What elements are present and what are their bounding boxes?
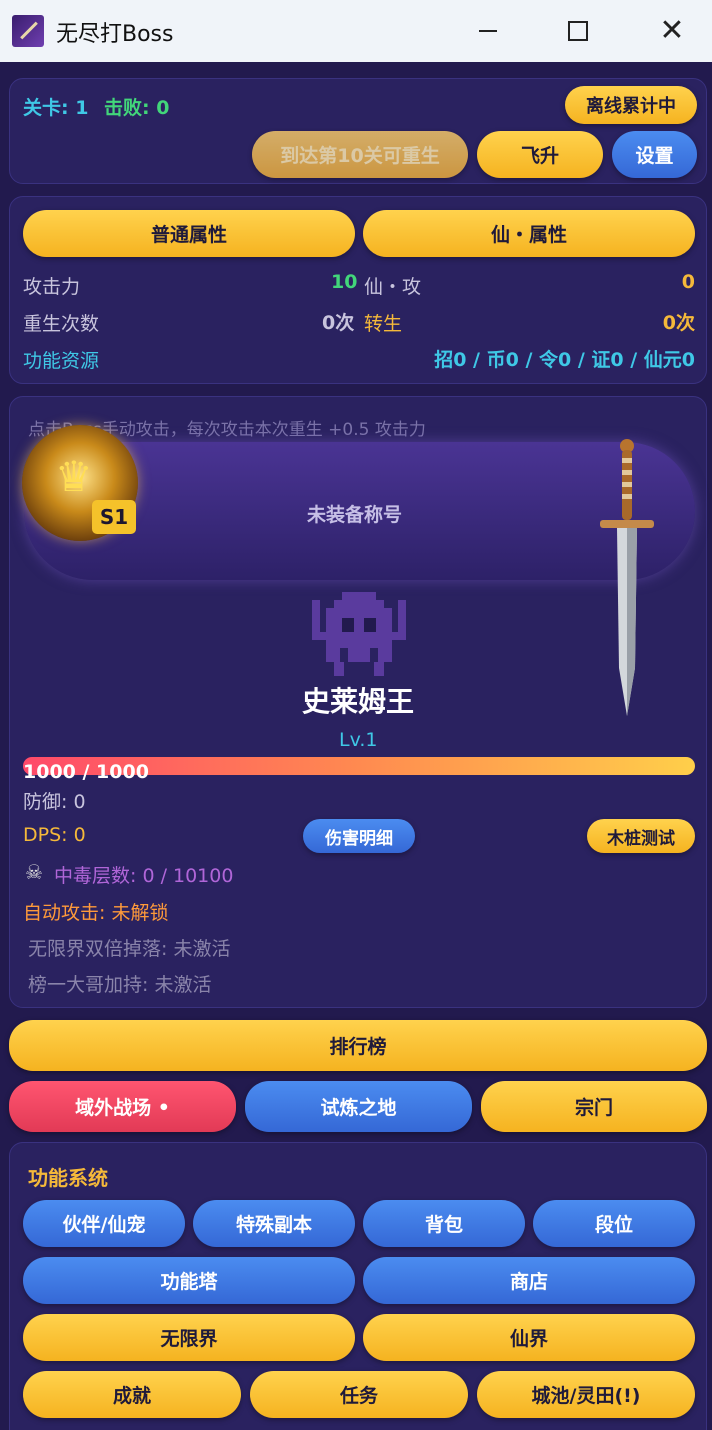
skull-icon: ☠ [25, 860, 43, 884]
function-tower-button[interactable]: 功能塔 [23, 1257, 355, 1304]
window-titlebar: 无尽打Boss ✕ [0, 0, 712, 62]
poison-stacks: 中毒层数: 0 / 10100 [54, 865, 234, 887]
title-banner-text: 未装备称号 [307, 504, 403, 526]
rebirth-count-label: 重生次数 [23, 313, 100, 335]
sect-button[interactable]: 宗门 [481, 1081, 707, 1132]
function-system-title: 功能系统 [28, 1166, 108, 1190]
tab-normal-attributes[interactable]: 普通属性 [23, 210, 355, 257]
auto-attack-status: 自动攻击: 未解锁 [23, 902, 169, 924]
partner-pet-button[interactable]: 伙伴/仙宠 [23, 1200, 185, 1247]
attack-value: 10 [331, 271, 358, 293]
boss-name: 史莱姆王 [302, 685, 415, 718]
rank-boost-status: 榜一大哥加持: 未激活 [28, 974, 212, 996]
boss-level: Lv.1 [339, 729, 378, 751]
minimize-icon[interactable] [468, 12, 508, 50]
sword-app-icon [12, 15, 44, 47]
rebirth-count-value: 0次 [322, 312, 355, 334]
damage-detail-button[interactable]: 伤害明细 [303, 819, 415, 853]
rank-tier-button[interactable]: 段位 [533, 1200, 695, 1247]
level-label: 关卡: 1 [23, 97, 89, 119]
shop-button[interactable]: 商店 [363, 1257, 695, 1304]
city-field-button[interactable]: 城池/灵田(!) [477, 1371, 695, 1418]
infinite-realm-button[interactable]: 无限界 [23, 1314, 355, 1361]
dps-text: DPS: 0 [23, 824, 86, 846]
reincarnation-label: 转生 [364, 313, 403, 335]
achievements-button[interactable]: 成就 [23, 1371, 241, 1418]
defense-text: 防御: 0 [23, 791, 86, 813]
boss-hp-text: 1000 / 1000 [23, 761, 149, 783]
sword-icon [600, 439, 654, 716]
infinite-double-status: 无限界双倍掉落: 未激活 [28, 938, 231, 960]
defeated-label: 击败: 0 [104, 97, 170, 119]
maximize-icon[interactable] [558, 12, 598, 50]
window-title: 无尽打Boss [56, 22, 174, 47]
resources-label: 功能资源 [23, 350, 100, 372]
attack-label: 攻击力 [23, 276, 81, 298]
outer-battlefield-button[interactable]: 域外战场 • [9, 1081, 236, 1132]
leaderboard-button[interactable]: 排行榜 [9, 1020, 707, 1071]
immortal-attack-label: 仙・攻 [364, 276, 422, 298]
season-badge: S1 [92, 500, 136, 534]
ascend-button[interactable]: 飞升 [477, 131, 603, 178]
dummy-test-button[interactable]: 木桩测试 [587, 819, 695, 853]
backpack-button[interactable]: 背包 [363, 1200, 525, 1247]
resources-value: 招0 / 币0 / 令0 / 证0 / 仙元0 [434, 349, 695, 371]
tab-immortal-attributes[interactable]: 仙・属性 [363, 210, 695, 257]
reincarnation-value: 0次 [662, 312, 695, 334]
offline-accumulate-button[interactable]: 离线累计中 [565, 86, 697, 124]
settings-button[interactable]: 设置 [612, 131, 697, 178]
close-icon[interactable]: ✕ [652, 12, 692, 50]
trial-land-button[interactable]: 试炼之地 [245, 1081, 472, 1132]
slime-boss-sprite[interactable] [312, 592, 406, 678]
quests-button[interactable]: 任务 [250, 1371, 468, 1418]
immortal-attack-value: 0 [681, 271, 695, 293]
crown-glyph-icon: ♛ [55, 452, 93, 501]
special-dungeon-button[interactable]: 特殊副本 [193, 1200, 355, 1247]
rebirth-button[interactable]: 到达第10关可重生 [252, 131, 468, 178]
immortal-realm-button[interactable]: 仙界 [363, 1314, 695, 1361]
